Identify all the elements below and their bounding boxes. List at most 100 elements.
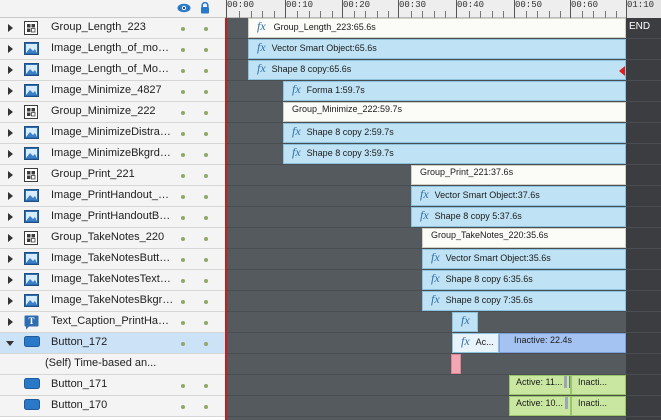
lock-toggle[interactable]: [204, 48, 208, 52]
layer-row[interactable]: Group_TakeNotes_220: [0, 228, 225, 249]
visibility-toggle[interactable]: [181, 111, 185, 115]
lock-toggle[interactable]: [204, 384, 208, 388]
active-duration-bar[interactable]: Active: 10...: [509, 396, 571, 416]
layer-row[interactable]: Button_170: [0, 396, 225, 417]
lock-toggle[interactable]: [204, 195, 208, 199]
visibility-toggle[interactable]: [181, 48, 185, 52]
inactive-duration-bar[interactable]: Inacti...: [571, 396, 626, 416]
visibility-toggle[interactable]: [181, 300, 185, 304]
layer-row[interactable]: Image_PrintHandoutBkgr...: [0, 207, 225, 228]
layer-row[interactable]: Group_Length_223: [0, 18, 225, 39]
lock-toggle[interactable]: [204, 174, 208, 178]
object-timeline-bar[interactable]: fx Shape 8 copy:65.6s: [248, 60, 626, 80]
group-timeline-bar[interactable]: Group_Minimize_222:59.7s: [283, 102, 626, 122]
layer-row[interactable]: Image_MinimizeBkgrd_48...: [0, 144, 225, 165]
effects-icon[interactable]: fx: [257, 61, 266, 76]
layer-row[interactable]: Button_171: [0, 375, 225, 396]
expand-right-icon[interactable]: [8, 297, 13, 305]
visibility-toggle[interactable]: [181, 258, 185, 262]
playhead[interactable]: [225, 18, 227, 420]
expand-right-icon[interactable]: [8, 192, 13, 200]
expand-right-icon[interactable]: [8, 66, 13, 74]
layer-row[interactable]: Image_Length_of_Modul...: [0, 60, 225, 81]
group-timeline-bar[interactable]: Group_Print_221:37.6s: [411, 165, 626, 185]
object-timeline-bar[interactable]: fx Vector Smart Object:65.6s: [248, 39, 626, 59]
time-ruler[interactable]: 00:00 00:10 00:20 00:30 00:40 00:50 00:60 01:10: [225, 0, 661, 18]
visibility-toggle[interactable]: [181, 237, 185, 241]
visibility-toggle[interactable]: [181, 153, 185, 157]
object-timeline-bar[interactable]: fx Shape 8 copy 5:37.6s: [411, 207, 626, 227]
effects-icon[interactable]: fx: [420, 187, 429, 202]
lock-toggle[interactable]: [204, 258, 208, 262]
visibility-toggle[interactable]: [181, 174, 185, 178]
active-duration-bar[interactable]: fx Ac...: [452, 333, 499, 353]
object-timeline-bar[interactable]: fx Shape 8 copy 2:59.7s: [283, 123, 626, 143]
lock-toggle[interactable]: [204, 69, 208, 73]
layer-row[interactable]: Image_TakeNotesBkgrd_...: [0, 291, 225, 312]
lock-toggle[interactable]: [204, 132, 208, 136]
active-duration-bar[interactable]: Active: 11...: [509, 375, 571, 395]
expand-right-icon[interactable]: [8, 234, 13, 242]
effects-icon[interactable]: fx: [257, 40, 266, 55]
expand-right-icon[interactable]: [8, 129, 13, 137]
effects-icon[interactable]: fx: [461, 334, 470, 349]
expand-right-icon[interactable]: [8, 24, 13, 32]
object-timeline-bar[interactable]: fx Shape 8 copy 7:35.6s: [422, 291, 626, 311]
visibility-toggle[interactable]: [181, 405, 185, 409]
expand-right-icon[interactable]: [8, 150, 13, 158]
expand-right-icon[interactable]: [8, 255, 13, 263]
layer-row[interactable]: T Text_Caption_PrintHando...: [0, 312, 225, 333]
expand-right-icon[interactable]: [8, 45, 13, 53]
lock-toggle[interactable]: [204, 342, 208, 346]
inactive-duration-bar[interactable]: Inactive: 22.4s: [499, 333, 626, 353]
visibility-toggle[interactable]: [181, 132, 185, 136]
layer-row[interactable]: Image_PrintHandout_4824: [0, 186, 225, 207]
effects-icon[interactable]: fx: [431, 292, 440, 307]
visibility-toggle[interactable]: [181, 342, 185, 346]
object-timeline-bar[interactable]: fx Vector Smart Object:35.6s: [422, 249, 626, 269]
lock-toggle[interactable]: [204, 405, 208, 409]
lock-toggle[interactable]: [204, 90, 208, 94]
layer-row[interactable]: Image_Minimize_4827: [0, 81, 225, 102]
lock-toggle[interactable]: [204, 216, 208, 220]
effects-icon[interactable]: fx: [461, 313, 470, 328]
lock-toggle[interactable]: [204, 153, 208, 157]
effects-icon[interactable]: fx: [420, 208, 429, 223]
expand-right-icon[interactable]: [8, 171, 13, 179]
lock-icon[interactable]: [200, 1, 210, 17]
expand-right-icon[interactable]: [8, 108, 13, 116]
group-timeline-bar[interactable]: fx Group_Length_223:65.6s: [248, 18, 626, 38]
effects-icon[interactable]: fx: [292, 82, 301, 97]
lock-toggle[interactable]: [204, 237, 208, 241]
expand-down-icon[interactable]: [6, 341, 14, 346]
expand-right-icon[interactable]: [8, 87, 13, 95]
effects-icon[interactable]: fx: [292, 124, 301, 139]
object-timeline-bar[interactable]: fx Shape 8 copy 3:59.7s: [283, 144, 626, 164]
layer-row[interactable]: Image_TakeNotesText_4...: [0, 270, 225, 291]
expand-right-icon[interactable]: [8, 213, 13, 221]
inactive-duration-bar[interactable]: Inacti...: [571, 375, 626, 395]
visibility-toggle[interactable]: [181, 90, 185, 94]
timeline-tracks[interactable]: END fx Group_Length_223:65.6s fx Vector Sma…: [225, 18, 661, 420]
visibility-toggle[interactable]: [181, 279, 185, 283]
layer-row[interactable]: Group_Minimize_222: [0, 102, 225, 123]
object-timeline-bar[interactable]: fx Forma 1:59.7s: [283, 81, 626, 101]
object-timeline-bar[interactable]: fx: [452, 312, 478, 332]
lock-toggle[interactable]: [204, 321, 208, 325]
layer-row[interactable]: (Self) Time-based an...: [0, 354, 225, 375]
layer-row[interactable]: Image_TakeNotesButton...: [0, 249, 225, 270]
time-based-bar[interactable]: [451, 354, 461, 374]
layer-row[interactable]: Group_Print_221: [0, 165, 225, 186]
duration-handle[interactable]: [564, 376, 568, 389]
visibility-toggle[interactable]: [181, 195, 185, 199]
effects-icon[interactable]: fx: [431, 250, 440, 265]
visibility-toggle[interactable]: [181, 69, 185, 73]
expand-right-icon[interactable]: [8, 318, 13, 326]
visibility-toggle[interactable]: [181, 384, 185, 388]
expand-right-icon[interactable]: [8, 276, 13, 284]
layer-row[interactable]: Button_172: [0, 333, 225, 354]
layer-row[interactable]: Image_MinimizeDistracti...: [0, 123, 225, 144]
visibility-toggle[interactable]: [181, 27, 185, 31]
effects-icon[interactable]: fx: [431, 271, 440, 286]
group-timeline-bar[interactable]: Group_TakeNotes_220:35.6s: [422, 228, 626, 248]
